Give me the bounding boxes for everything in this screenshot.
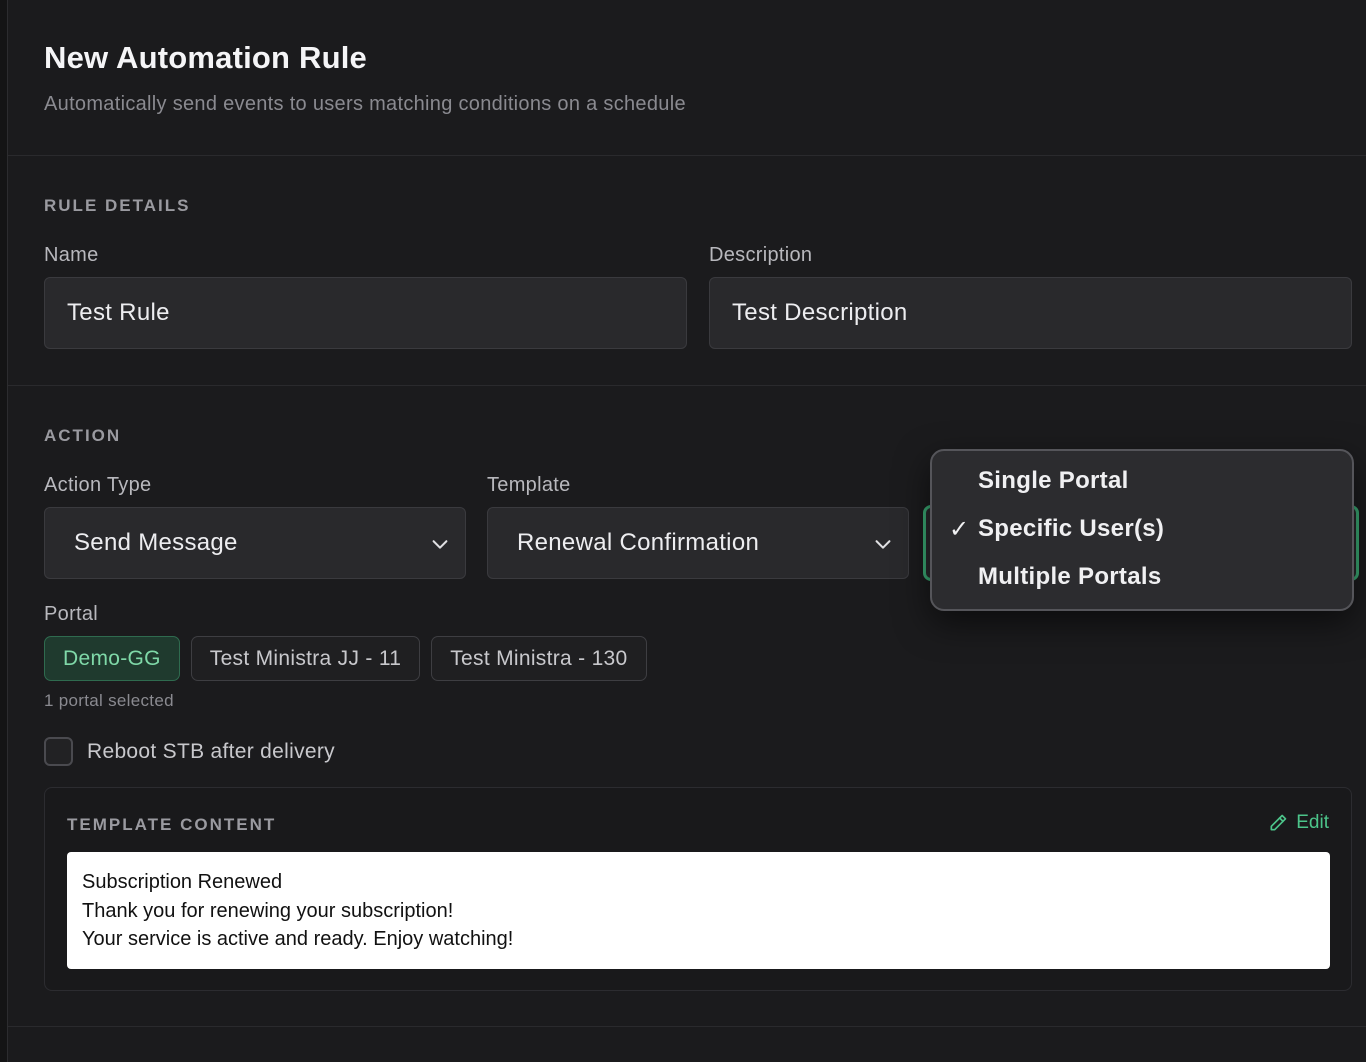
- checkmark-icon: ✓: [949, 516, 970, 543]
- portal-chip-demo-gg[interactable]: Demo-GG: [44, 636, 180, 681]
- description-label: Description: [709, 244, 813, 266]
- chevron-down-icon: [875, 540, 891, 549]
- preview-line: Subscription Renewed: [82, 871, 283, 893]
- section-divider: [8, 1026, 1366, 1027]
- portal-selection-count: 1 portal selected: [44, 691, 174, 710]
- pencil-icon: [1270, 814, 1287, 831]
- page-title: New Automation Rule: [44, 40, 367, 75]
- rule-details-heading: RULE DETAILS: [44, 196, 191, 215]
- preview-line: Thank you for renewing your subscription…: [82, 899, 454, 922]
- template-content-heading: TEMPLATE CONTENT: [67, 815, 277, 834]
- name-input[interactable]: Test Rule: [44, 277, 687, 349]
- modal-header: New Automation Rule Automatically send e…: [8, 0, 1366, 156]
- portal-chip-group: Demo-GG Test Ministra JJ - 11 Test Minis…: [44, 636, 647, 681]
- action-type-select[interactable]: Send Message: [44, 507, 466, 579]
- action-type-value: Send Message: [74, 529, 238, 556]
- edit-label: Edit: [1296, 812, 1329, 833]
- template-label: Template: [487, 474, 571, 496]
- template-select[interactable]: Renewal Confirmation: [487, 507, 909, 579]
- preview-line: Your service is active and ready. Enjoy …: [82, 928, 514, 950]
- name-label: Name: [44, 244, 99, 266]
- portal-label: Portal: [44, 603, 99, 625]
- dropdown-option-single-portal[interactable]: Single Portal: [978, 467, 1129, 495]
- reboot-checkbox[interactable]: [44, 737, 73, 766]
- action-heading: ACTION: [44, 426, 122, 445]
- background-page-edge: [0, 0, 8, 1062]
- page-subtitle: Automatically send events to users match…: [44, 93, 686, 115]
- template-preview: Subscription Renewed Thank you for renew…: [67, 852, 1330, 969]
- reboot-checkbox-label[interactable]: Reboot STB after delivery: [87, 740, 335, 764]
- section-divider: [8, 385, 1366, 386]
- portal-chip-test-ministra-130[interactable]: Test Ministra - 130: [431, 636, 647, 681]
- portal-chip-test-ministra-jj-11[interactable]: Test Ministra JJ - 11: [190, 636, 421, 681]
- chevron-down-icon: [432, 540, 448, 549]
- template-value: Renewal Confirmation: [517, 529, 760, 556]
- reboot-option: Reboot STB after delivery: [44, 737, 335, 766]
- edit-template-button[interactable]: Edit: [1268, 812, 1329, 834]
- target-dropdown-menu: Single Portal ✓ Specific User(s) Multipl…: [930, 449, 1354, 611]
- dropdown-option-multiple-portals[interactable]: Multiple Portals: [978, 563, 1162, 591]
- template-content-card: TEMPLATE CONTENT Edit Subscription Renew…: [44, 787, 1352, 991]
- dropdown-option-specific-users[interactable]: Specific User(s): [978, 515, 1164, 543]
- description-input[interactable]: Test Description: [709, 277, 1352, 349]
- action-type-label: Action Type: [44, 474, 152, 496]
